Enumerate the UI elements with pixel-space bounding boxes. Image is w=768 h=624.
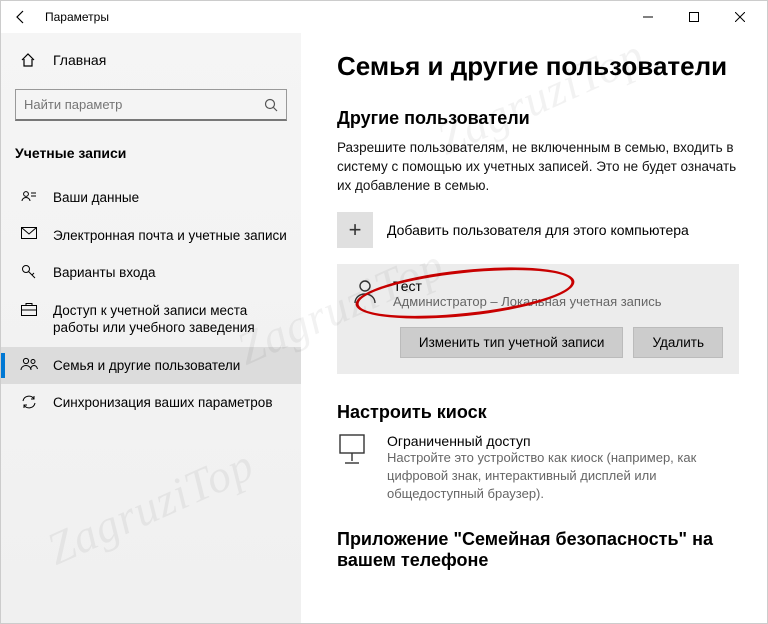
person-icon <box>353 278 381 304</box>
plus-icon: + <box>337 212 373 248</box>
nav-label: Синхронизация ваших параметров <box>53 394 273 412</box>
section-other-users-title: Другие пользователи <box>337 108 739 129</box>
user-card[interactable]: Тест Администратор – Локальная учетная з… <box>337 264 739 374</box>
main-panel: Семья и другие пользователи Другие польз… <box>301 33 767 623</box>
kiosk-title: Ограниченный доступ <box>387 433 739 449</box>
section-other-users-desc: Разрешите пользователям, не включенным в… <box>337 139 739 196</box>
nav-label: Ваши данные <box>53 189 139 207</box>
nav-sync-settings[interactable]: Синхронизация ваших параметров <box>1 384 301 422</box>
nav-email-accounts[interactable]: Электронная почта и учетные записи <box>1 217 301 255</box>
search-icon <box>264 98 278 112</box>
page-heading: Семья и другие пользователи <box>337 51 739 82</box>
nav-signin-options[interactable]: Варианты входа <box>1 254 301 292</box>
nav-label: Доступ к учетной записи места работы или… <box>53 302 287 337</box>
home-label: Главная <box>53 52 106 68</box>
section-app-title: Приложение "Семейная безопасность" на ва… <box>337 529 739 571</box>
sync-icon <box>19 394 39 410</box>
nav-your-info[interactable]: Ваши данные <box>1 179 301 217</box>
back-button[interactable] <box>5 1 37 33</box>
badge-icon <box>19 189 39 205</box>
add-user-label: Добавить пользователя для этого компьюте… <box>387 222 689 238</box>
close-button[interactable] <box>717 1 763 33</box>
change-account-type-button[interactable]: Изменить тип учетной записи <box>400 327 624 358</box>
window-controls <box>625 1 763 33</box>
nav-label: Семья и другие пользователи <box>53 357 240 375</box>
key-icon <box>19 264 39 280</box>
add-user-row[interactable]: + Добавить пользователя для этого компью… <box>337 212 739 248</box>
nav-label: Варианты входа <box>53 264 156 282</box>
home-nav[interactable]: Главная <box>1 41 301 79</box>
nav-label: Электронная почта и учетные записи <box>53 227 287 245</box>
home-icon <box>19 51 39 69</box>
mail-icon <box>19 227 39 239</box>
titlebar: Параметры <box>1 1 767 33</box>
kiosk-desc: Настройте это устройство как киоск (напр… <box>387 449 739 504</box>
nav-list: Ваши данные Электронная почта и учетные … <box>1 179 301 422</box>
briefcase-icon <box>19 302 39 316</box>
kiosk-icon <box>337 433 373 465</box>
section-kiosk-title: Настроить киоск <box>337 402 739 423</box>
user-subtitle: Администратор – Локальная учетная запись <box>393 294 661 309</box>
people-icon <box>19 357 39 371</box>
user-name: Тест <box>393 278 661 294</box>
search-input[interactable] <box>24 97 264 112</box>
sidebar: Главная Учетные записи Ваши данные Элект… <box>1 33 301 623</box>
minimize-button[interactable] <box>625 1 671 33</box>
content-area: Главная Учетные записи Ваши данные Элект… <box>1 33 767 623</box>
window-title: Параметры <box>37 10 625 24</box>
kiosk-row[interactable]: Ограниченный доступ Настройте это устрой… <box>337 433 739 504</box>
user-actions: Изменить тип учетной записи Удалить <box>353 327 723 358</box>
user-card-header: Тест Администратор – Локальная учетная з… <box>353 278 723 309</box>
remove-user-button[interactable]: Удалить <box>633 327 723 358</box>
search-box[interactable] <box>15 89 287 121</box>
settings-window: Параметры Главная Учетные записи <box>0 0 768 624</box>
maximize-button[interactable] <box>671 1 717 33</box>
category-heading: Учетные записи <box>1 137 301 171</box>
nav-family-users[interactable]: Семья и другие пользователи <box>1 347 301 385</box>
nav-work-school[interactable]: Доступ к учетной записи места работы или… <box>1 292 301 347</box>
